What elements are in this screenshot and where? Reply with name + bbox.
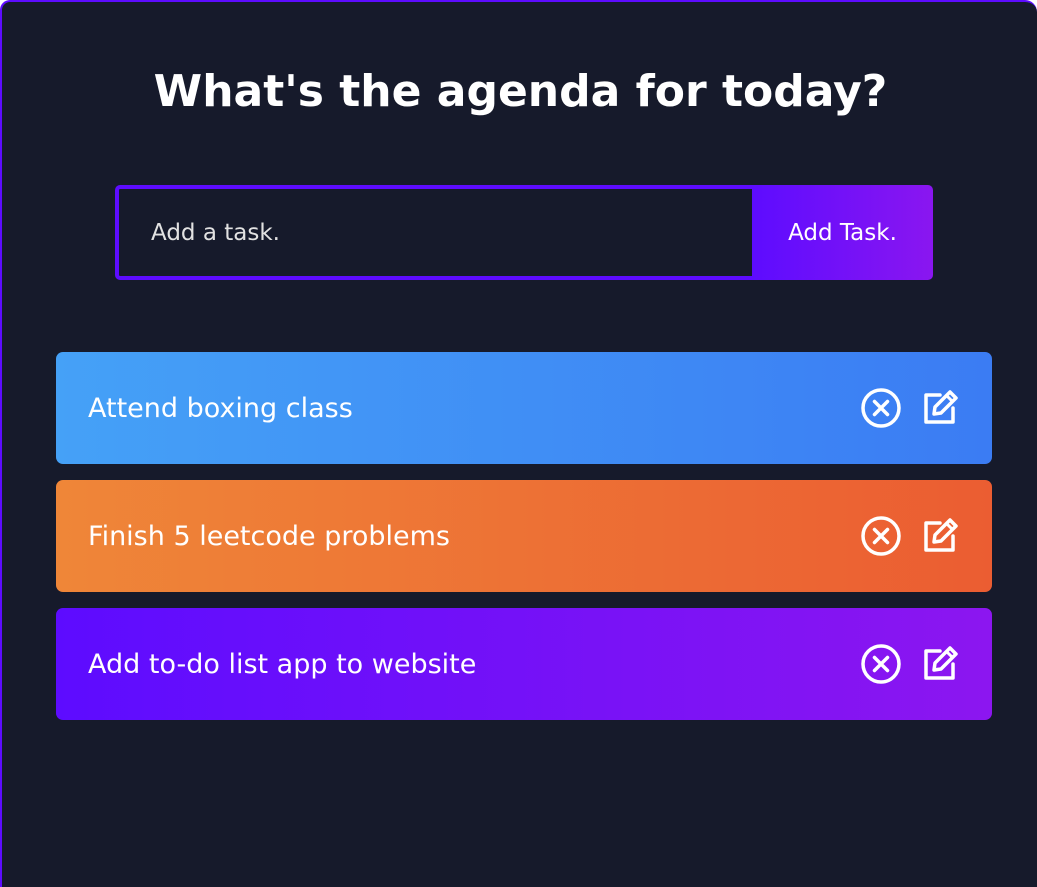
todo-app: What's the agenda for today? Add Task. A…: [0, 0, 1037, 887]
todo-actions: [860, 387, 960, 429]
add-task-button[interactable]: Add Task.: [752, 185, 933, 280]
edit-icon[interactable]: [918, 387, 960, 429]
close-circle-icon[interactable]: [860, 515, 902, 557]
edit-icon[interactable]: [918, 643, 960, 685]
page-title: What's the agenda for today?: [153, 66, 888, 117]
todo-text: Add to-do list app to website: [88, 648, 477, 680]
todo-actions: [860, 643, 960, 685]
add-task-form: Add Task.: [115, 185, 933, 280]
todo-item: Attend boxing class: [56, 352, 992, 464]
edit-icon[interactable]: [918, 515, 960, 557]
todo-actions: [860, 515, 960, 557]
task-input[interactable]: [115, 185, 752, 280]
todo-item: Finish 5 leetcode problems: [56, 480, 992, 592]
todo-text: Attend boxing class: [88, 392, 353, 424]
todo-item: Add to-do list app to website: [56, 608, 992, 720]
todo-text: Finish 5 leetcode problems: [88, 520, 450, 552]
close-circle-icon[interactable]: [860, 387, 902, 429]
close-circle-icon[interactable]: [860, 643, 902, 685]
